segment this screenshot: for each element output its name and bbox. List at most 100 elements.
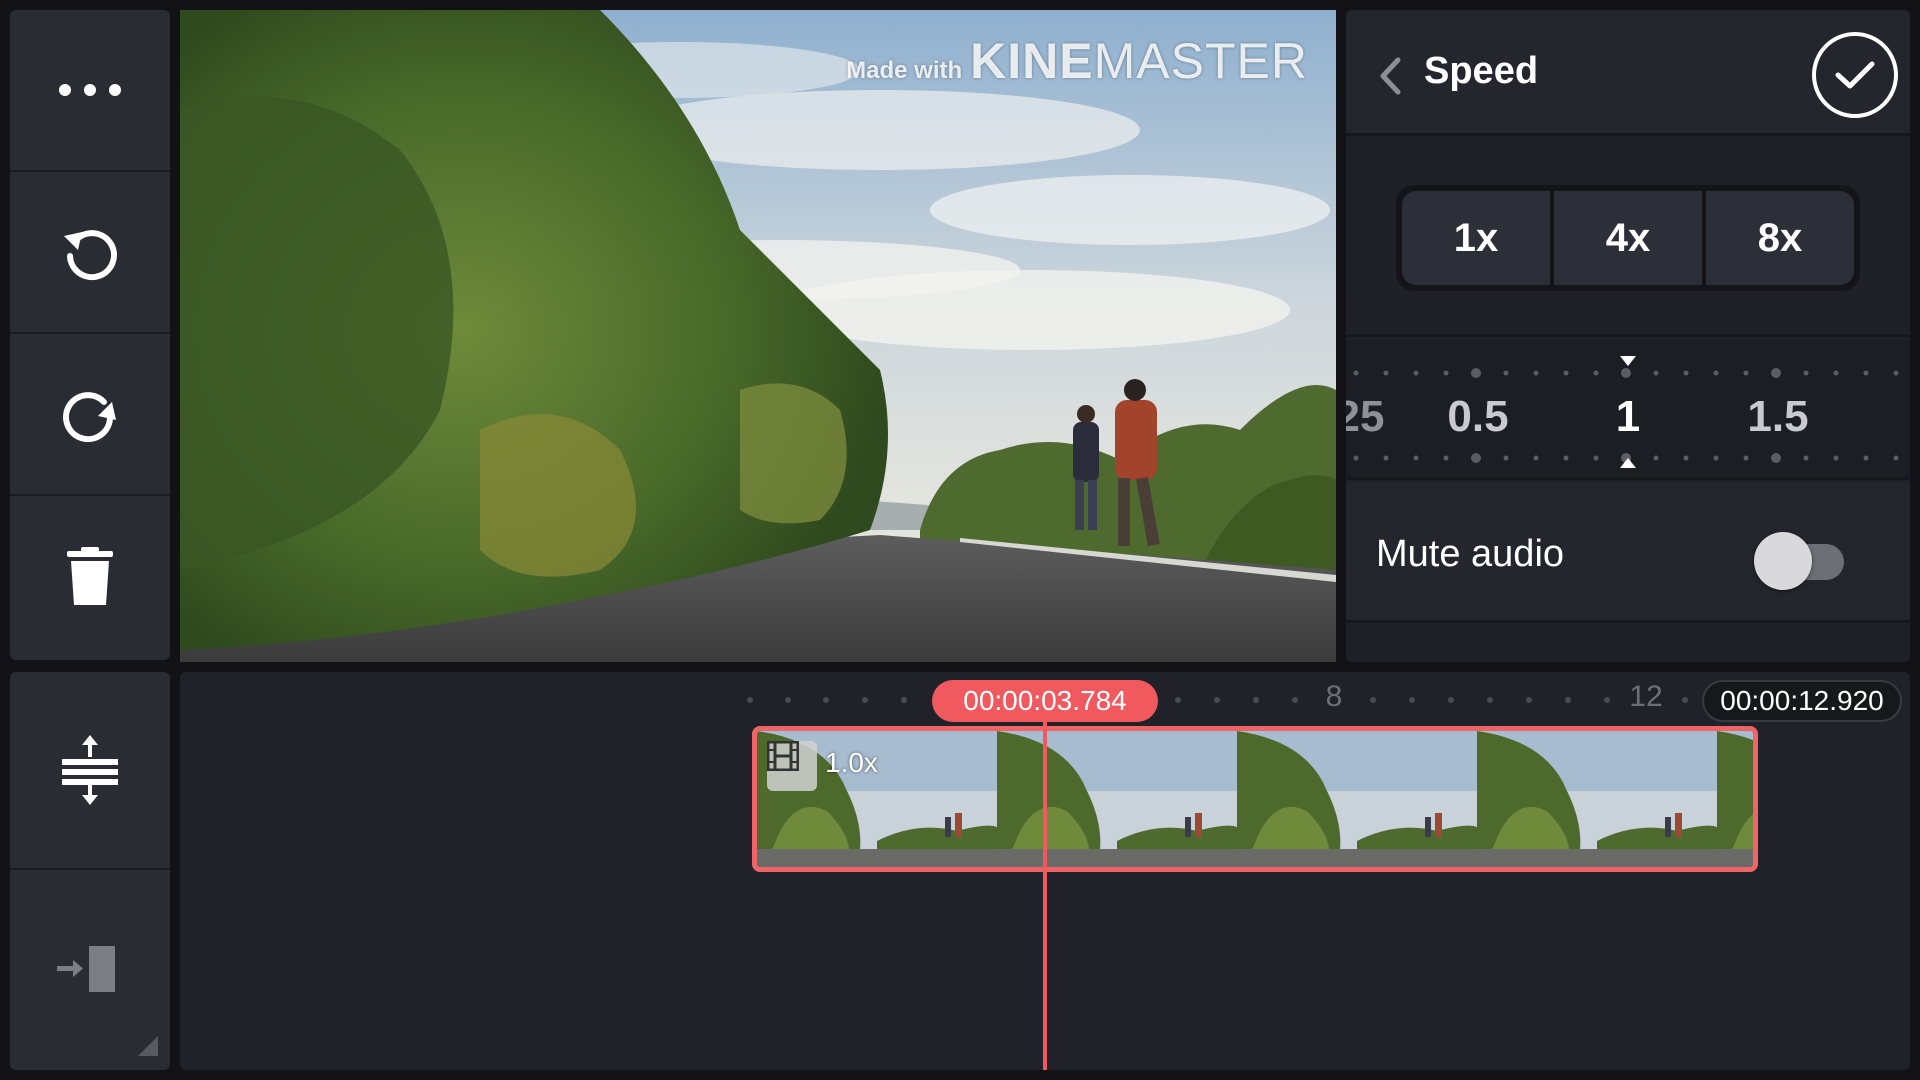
- jump-to-end-icon: [57, 946, 115, 992]
- watermark-brand-bold: KINE: [970, 33, 1094, 89]
- chevron-left-icon: [1380, 57, 1401, 95]
- film-icon: [767, 741, 799, 771]
- delete-button[interactable]: [10, 496, 170, 658]
- ruler-tick: [1771, 368, 1781, 378]
- total-duration-badge: 00:00:12.920: [1702, 680, 1902, 722]
- toggle-knob: [1754, 532, 1812, 590]
- ruler-tick: [1471, 453, 1481, 463]
- timeline-toolbar: [10, 672, 170, 1070]
- ruler-tick: [1413, 455, 1419, 461]
- expand-timeline-button[interactable]: [10, 672, 170, 870]
- ruler-tick: [1533, 455, 1539, 461]
- ruler-tick: [1563, 455, 1569, 461]
- mute-audio-row: Mute audio: [1346, 483, 1910, 623]
- undo-icon: [64, 230, 117, 281]
- more-options-button[interactable]: [10, 10, 170, 172]
- timeline-tick: [901, 697, 907, 703]
- ruler-tick: [1863, 370, 1869, 376]
- resize-corner-icon: [138, 1036, 158, 1056]
- clip-type-badge: [767, 741, 817, 791]
- timeline-tick: [1253, 697, 1259, 703]
- timeline-tick: [862, 697, 868, 703]
- ruler-tick: [1743, 455, 1749, 461]
- preset-4x-button[interactable]: 4x: [1554, 191, 1702, 285]
- ruler-tick: [1653, 455, 1659, 461]
- clip-thumbnail: [997, 731, 1237, 867]
- panel-title: Speed: [1424, 50, 1539, 92]
- ruler-label-1: 1: [1615, 392, 1641, 441]
- ruler-tick: [1353, 370, 1359, 376]
- timeline-tick: [823, 697, 829, 703]
- ruler-tick: [1803, 370, 1809, 376]
- timeline-tick: [747, 697, 753, 703]
- ruler-tick: [1533, 370, 1539, 376]
- timeline-tick: [1292, 697, 1298, 703]
- watermark-brand-light: MASTER: [1093, 33, 1308, 89]
- timeline-tick: [1682, 697, 1688, 703]
- ruler-tick: [1563, 370, 1569, 376]
- playhead-time-badge: 00:00:03.784: [932, 680, 1158, 722]
- speed-presets: 1x 4x 8x: [1396, 185, 1860, 291]
- redo-icon: [63, 392, 116, 443]
- timeline-tick: [1175, 697, 1181, 703]
- ruler-indicator-top: [1620, 356, 1636, 366]
- speed-ruler[interactable]: 25 0.5 1 1.5: [1346, 340, 1910, 480]
- ruler-tick: [1713, 370, 1719, 376]
- mute-audio-toggle[interactable]: [1750, 529, 1846, 591]
- playhead-line[interactable]: [1043, 722, 1047, 1070]
- preset-8x-button[interactable]: 8x: [1706, 191, 1854, 285]
- undo-button[interactable]: [10, 172, 170, 334]
- watermark-brand: KINEMASTER: [970, 32, 1308, 90]
- ruler-tick: [1683, 370, 1689, 376]
- ruler-tick: [1803, 455, 1809, 461]
- ruler-tick: [1443, 455, 1449, 461]
- video-preview[interactable]: Made with KINEMASTER: [180, 10, 1336, 662]
- ruler-tick: [1383, 370, 1389, 376]
- ruler-tick: [1713, 455, 1719, 461]
- ruler-tick: [1353, 455, 1359, 461]
- edit-toolbar: [10, 10, 170, 660]
- expand-vertical-icon: [62, 735, 118, 805]
- timeline[interactable]: 8 12 00:00:03.784 00:00:12.920 1.0x: [180, 672, 1910, 1070]
- preview-frame: [180, 10, 1336, 662]
- timeline-tick: [1604, 697, 1610, 703]
- kinemaster-watermark: Made with KINEMASTER: [846, 32, 1308, 90]
- timeline-tick: [785, 697, 791, 703]
- ruler-tick: [1503, 370, 1509, 376]
- timeline-tick: [1370, 697, 1376, 703]
- clip-speed-label: 1.0x: [825, 747, 878, 778]
- ruler-tick: [1683, 455, 1689, 461]
- back-button[interactable]: [1370, 52, 1410, 100]
- ruler-label-15: 1.5: [1747, 392, 1809, 441]
- clip-thumbnail: [1717, 731, 1753, 867]
- redo-button[interactable]: [10, 334, 170, 496]
- clip-thumbnail: [1477, 731, 1717, 867]
- timeline-tick: [1214, 697, 1220, 703]
- ruler-label-05: 0.5: [1447, 392, 1509, 441]
- panel-header: Speed: [1346, 10, 1910, 136]
- jump-to-end-button[interactable]: [10, 870, 170, 1068]
- ruler-tick: [1383, 455, 1389, 461]
- speed-presets-section: 1x 4x 8x: [1346, 139, 1910, 337]
- timeline-tick: [1565, 697, 1571, 703]
- timeline-tick: [1448, 697, 1454, 703]
- timeline-tick: [1409, 697, 1415, 703]
- kinemaster-editor: Made with KINEMASTER Speed 1x 4x 8x 25 0…: [0, 0, 1920, 1080]
- mute-audio-label: Mute audio: [1376, 533, 1565, 575]
- video-clip[interactable]: 1.0x: [752, 726, 1758, 872]
- ruler-tick: [1743, 370, 1749, 376]
- ruler-tick: [1621, 368, 1631, 378]
- more-horizontal-icon: [59, 84, 121, 96]
- ruler-tick: [1503, 455, 1509, 461]
- ruler-tick: [1833, 455, 1839, 461]
- timeline-mark-12: 12: [1629, 680, 1663, 713]
- ruler-label-025: 25: [1346, 392, 1385, 441]
- clip-thumbnail: [1237, 731, 1477, 867]
- confirm-button[interactable]: [1812, 32, 1898, 118]
- ruler-tick: [1471, 368, 1481, 378]
- timeline-mark-8: 8: [1325, 680, 1343, 713]
- checkmark-icon: [1835, 61, 1875, 89]
- clip-thumbnails: [757, 731, 1753, 867]
- ruler-tick: [1593, 370, 1599, 376]
- preset-1x-button[interactable]: 1x: [1402, 191, 1550, 285]
